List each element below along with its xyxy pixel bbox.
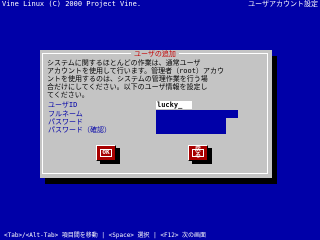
back-button-label: 戻る <box>192 147 204 159</box>
add-user-dialog: ユーザの追加 システムに関するほとんどの作業は、通常ユーザ アカウントを使用して… <box>40 50 272 178</box>
status-bar: <Tab>/<Alt-Tab> 項目間を移動 | <Space> 選択 | <F… <box>0 232 320 240</box>
title-bar: Vine Linux (C) 2000 Project Vine. ユーザアカウ… <box>0 0 320 8</box>
copyright-text: Vine Linux (C) 2000 Project Vine. <box>2 0 142 8</box>
password-confirm-row: パスワード（確認） <box>48 126 268 134</box>
user-id-input[interactable] <box>156 101 192 109</box>
dialog-description: システムに関するほとんどの作業は、通常ユーザ アカウントを使用して行います。管理… <box>47 59 224 99</box>
back-button[interactable]: 戻る <box>188 145 208 161</box>
password-confirm-input[interactable] <box>156 126 226 134</box>
screen-title: ユーザアカウント設定 <box>248 0 318 8</box>
ok-button[interactable]: OK <box>96 145 116 161</box>
ok-button-label: OK <box>100 149 112 157</box>
installer-screen: Vine Linux (C) 2000 Project Vine. ユーザアカウ… <box>0 0 320 240</box>
password-label: パスワード <box>48 118 83 126</box>
dialog-title: ユーザの追加 <box>131 50 179 58</box>
full-name-input[interactable] <box>156 110 238 118</box>
user-id-label: ユーザID <box>48 101 78 109</box>
full-name-row: フルネーム <box>48 110 268 118</box>
full-name-label: フルネーム <box>48 110 83 118</box>
user-id-row: ユーザID <box>48 101 268 109</box>
key-hints: <Tab>/<Alt-Tab> 項目間を移動 | <Space> 選択 | <F… <box>4 232 207 239</box>
password-input[interactable] <box>156 118 226 126</box>
password-confirm-label: パスワード（確認） <box>48 126 111 134</box>
password-row: パスワード <box>48 118 268 126</box>
